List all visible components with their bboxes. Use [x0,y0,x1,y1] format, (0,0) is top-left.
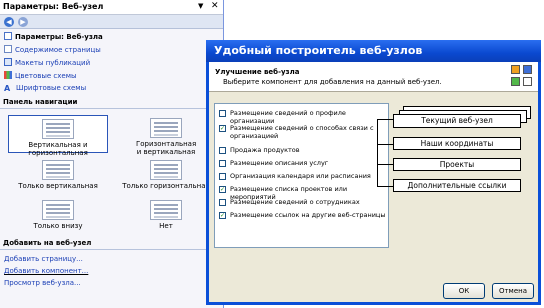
checklist-item[interactable]: Размещение сведений о сотрудниках [215,197,388,210]
checkbox[interactable] [219,160,226,167]
link-page-content[interactable]: Содержимое страницы [4,45,101,56]
web-builder-logo-icon [511,65,535,91]
link-label: Макеты публикаций [15,59,91,67]
task-pane-nav: ◀ ▶ [0,15,223,29]
nav-option-label: Только внизу [33,222,83,230]
connector-line [377,119,378,187]
checklist-item[interactable]: ✓ Размещение ссылок на другие веб-страни… [215,210,388,223]
font-scheme-icon: A [4,84,11,93]
layout-icon [4,58,12,66]
nav-option-label: Только горизонтальная [122,182,210,190]
link-publication-layouts[interactable]: Макеты публикаций [4,58,90,69]
back-arrow-icon[interactable]: ◀ [4,17,14,27]
link-color-schemes[interactable]: Цветовые схемы [4,71,77,82]
dialog-titlebar[interactable]: Удобный построитель веб-узлов [206,40,541,62]
checkbox[interactable]: ✓ [219,212,226,219]
page-icon [4,45,12,53]
checklist-item[interactable]: ✓ Размещение списка проектов или меропри… [215,184,388,201]
nav-thumbnail [42,119,74,139]
color-scheme-icon [4,71,12,79]
connector-line [377,119,393,120]
dialog-header-title: Улучшение веб-узла [215,68,300,76]
nav-thumbnail [42,160,74,180]
connector-line [377,186,393,187]
page-contacts: Наши координаты [393,137,521,150]
ok-button[interactable]: ОК [443,283,485,299]
checkbox[interactable] [219,173,226,180]
dialog-title: Удобный построитель веб-узлов [214,44,423,57]
link-label: Шрифтовые схемы [16,84,87,92]
checklist-label: Размещение ссылок на другие веб-страницы [230,211,386,219]
web-doc-icon [4,32,12,40]
connector-line [377,144,393,145]
checkbox[interactable] [219,110,226,117]
link-web-options[interactable]: Параметры: Веб-узла [4,32,103,43]
nav-option-horizontal-vertical[interactable]: Горизонтальная и вертикальная [116,118,216,156]
link-preview-site[interactable]: Просмотр веб-узла... [4,279,81,290]
checkbox[interactable] [219,147,226,154]
add-section-title: Добавить на веб-узел [0,239,223,250]
task-pane-titlebar: Параметры: Веб-узел ▼ ✕ [0,0,223,15]
nav-option-label: Только вертикальная [18,182,98,190]
checklist-label: Организация календаря или расписания [230,172,371,180]
link-add-component[interactable]: Добавить компонент... [4,267,88,278]
dialog-header-subtitle: Выберите компонент для добавления на дан… [223,78,442,86]
nav-thumbnail [150,118,182,138]
connector-line [377,164,393,165]
nav-thumbnail [150,160,182,180]
cancel-button[interactable]: Отмена [492,283,534,299]
checklist-item[interactable]: Продажа продуктов [215,145,388,158]
nav-option-vertical-horizontal[interactable]: Вертикальная и горизонтальная [8,115,108,157]
link-label: Параметры: Веб-узла [15,33,103,41]
web-builder-dialog: Удобный построитель веб-узлов Улучшение … [206,40,541,305]
page-extra-links: Дополнительные ссылки [393,179,521,192]
link-font-schemes[interactable]: A Шрифтовые схемы [4,84,86,95]
checklist-label: Размещение описания услуг [230,159,329,167]
link-label: Содержимое страницы [15,46,101,54]
checklist-item[interactable]: Размещение сведений о профиле организаци… [215,108,388,125]
nav-section-title: Панель навигации [0,98,223,109]
nav-thumbnail [42,200,74,220]
task-pane-title: Параметры: Веб-узел [3,2,104,11]
nav-option-none[interactable]: Нет [116,200,216,230]
checkbox[interactable]: ✓ [219,186,226,193]
task-pane: Параметры: Веб-узел ▼ ✕ ◀ ▶ Параметры: В… [0,0,224,308]
link-add-page[interactable]: Добавить страницу... [4,255,83,266]
link-label: Цветовые схемы [15,72,77,80]
checklist-label: Размещение сведений о способах связи с о… [230,124,374,140]
nav-thumbnail [150,200,182,220]
checklist-item[interactable]: ✓ Размещение сведений о способах связи с… [215,123,388,143]
forward-arrow-icon[interactable]: ▶ [18,17,28,27]
nav-option-horizontal-only[interactable]: Только горизонтальная [116,160,216,190]
checklist-label: Размещение сведений о сотрудниках [230,198,360,206]
nav-option-bottom-only[interactable]: Только внизу [8,200,108,230]
chevron-down-icon[interactable]: ▼ [198,2,203,10]
page-projects: Проекты [393,158,521,171]
checklist-item[interactable]: Организация календаря или расписания [215,171,388,184]
nav-option-vertical-only[interactable]: Только вертикальная [8,160,108,190]
checkbox[interactable]: ✓ [219,125,226,132]
nav-option-label: Вертикальная и горизонтальная [28,141,88,157]
component-checklist: Размещение сведений о профиле организаци… [214,103,389,248]
nav-option-label: Нет [159,222,173,230]
checklist-label: Продажа продуктов [230,146,300,154]
page-current-site: Текущий веб-узел [393,114,521,128]
nav-option-label: Горизонтальная и вертикальная [136,140,197,156]
checkbox[interactable] [219,199,226,206]
dialog-header: Улучшение веб-узла Выберите компонент дл… [209,62,538,92]
close-icon[interactable]: ✕ [211,1,219,11]
checklist-item[interactable]: Размещение описания услуг [215,158,388,171]
